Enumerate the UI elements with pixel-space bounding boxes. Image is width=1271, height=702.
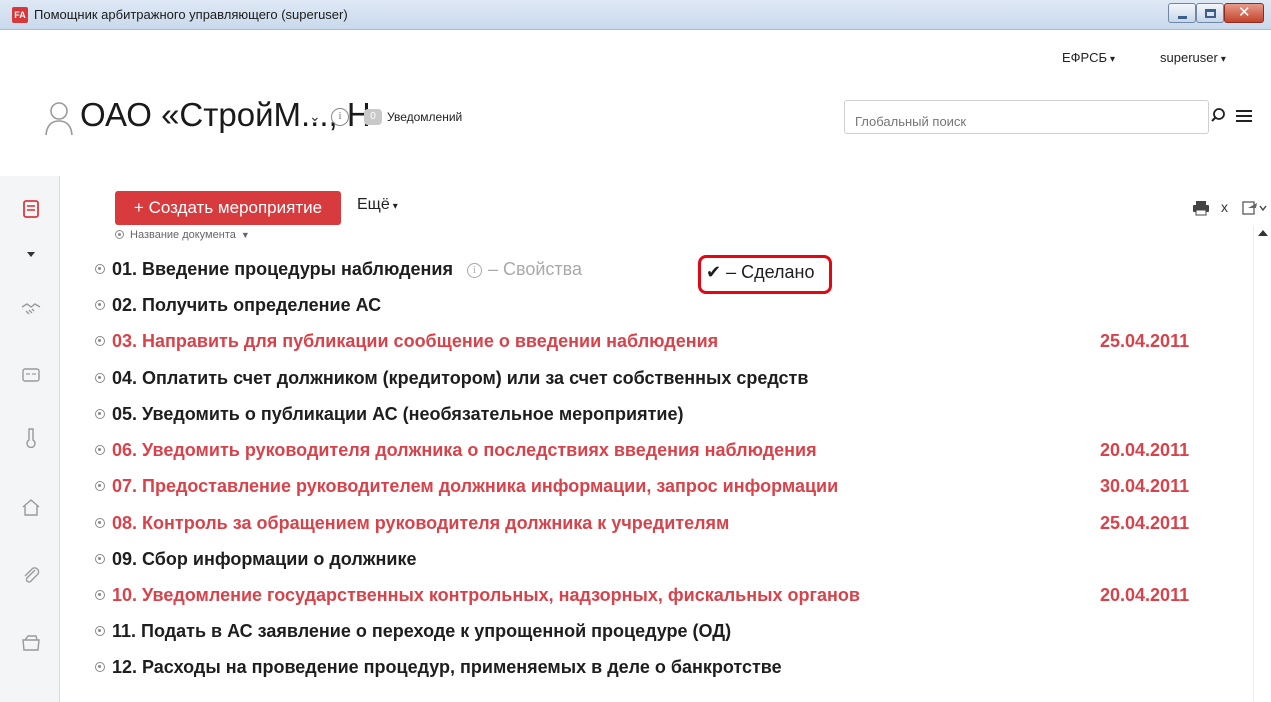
paperclip-icon[interactable]	[20, 564, 42, 586]
expand-icon[interactable]	[95, 554, 105, 564]
thermometer-icon[interactable]	[20, 426, 42, 448]
properties-link[interactable]: i – Свойства	[466, 259, 583, 279]
document-icon[interactable]	[20, 198, 42, 220]
close-filter-icon[interactable]: x	[1221, 199, 1228, 215]
expand-icon[interactable]	[95, 590, 105, 600]
list-item-title: 11. Подать в АС заявление о переходе к у…	[112, 621, 732, 641]
minimize-button[interactable]	[1168, 3, 1196, 23]
company-title[interactable]: ОАО «СтройМ..., Н	[80, 96, 371, 134]
expand-icon[interactable]	[95, 626, 105, 636]
id-card-icon[interactable]	[20, 364, 42, 386]
list-item-date: 25.04.2011	[1100, 513, 1190, 533]
list-item[interactable]: 05. Уведомить о публикации АС (необязате…	[95, 404, 683, 425]
list-item[interactable]: 07. Предоставление руководителем должник…	[95, 476, 838, 497]
column-header-label: Название документа	[130, 229, 236, 241]
list-item-title: 01. Введение процедуры наблюдения	[112, 259, 453, 279]
chevron-down-icon: ▾	[1220, 54, 1226, 65]
list-item-title: 02. Получить определение АС	[112, 295, 382, 315]
list-item-date: 25.04.2011	[1100, 331, 1190, 351]
notifications-label[interactable]: Уведомлений	[387, 110, 462, 124]
expand-icon[interactable]	[95, 336, 105, 346]
user-menu[interactable]: superuser ▾	[1160, 50, 1226, 65]
create-event-button[interactable]: + Создать мероприятие	[115, 191, 341, 225]
export-menu-icon[interactable]	[1242, 200, 1268, 216]
efrsb-menu[interactable]: ЕФРСБ ▾	[1062, 50, 1115, 65]
list-item-title: 09. Сбор информации о должнике	[112, 549, 417, 569]
minimize-icon	[1178, 16, 1187, 19]
home-icon[interactable]	[20, 496, 42, 518]
list-item-title: 05. Уведомить о публикации АС (необязате…	[112, 404, 684, 424]
maximize-icon	[1205, 9, 1216, 18]
list-item[interactable]: 04. Оплатить счет должником (кредитором)…	[95, 368, 808, 389]
print-icon[interactable]	[1192, 200, 1210, 216]
list-item[interactable]: 03. Направить для публикации сообщение о…	[95, 331, 718, 352]
sort-arrow-icon[interactable]: ▼	[241, 230, 250, 240]
list-item[interactable]: 11. Подать в АС заявление о переходе к у…	[95, 621, 731, 642]
window-titlebar: FA Помощник арбитражного управляющего (s…	[0, 0, 1271, 30]
search-icon[interactable]	[1211, 106, 1231, 126]
expand-icon[interactable]	[95, 264, 105, 274]
notifications-count-badge[interactable]: 0	[364, 109, 382, 125]
handshake-icon[interactable]	[20, 298, 42, 320]
expand-icon[interactable]	[95, 518, 105, 528]
chevron-down-icon[interactable]: ⌄	[309, 108, 321, 125]
list-item[interactable]: 02. Получить определение АС	[95, 295, 381, 316]
expand-icon[interactable]	[95, 445, 105, 455]
main-content: + Создать мероприятие Ещё ▾ x Название до…	[60, 176, 1271, 702]
maximize-button[interactable]	[1196, 3, 1224, 23]
app-window: FA Помощник арбитражного управляющего (s…	[0, 0, 1271, 702]
list-item[interactable]: 08. Контроль за обращением руководителя …	[95, 513, 729, 534]
global-search-input[interactable]	[844, 100, 1209, 134]
list-item-title: 12. Расходы на проведение процедур, прим…	[112, 657, 782, 677]
expand-icon[interactable]	[95, 662, 105, 672]
properties-label: – Свойства	[487, 259, 583, 279]
list-item-title: 10. Уведомление государственных контроль…	[112, 585, 860, 605]
list-item-title: 03. Направить для публикации сообщение о…	[112, 331, 719, 351]
vertical-scrollbar[interactable]	[1253, 226, 1271, 702]
more-label: Ещё	[357, 196, 390, 213]
person-icon	[45, 102, 73, 136]
list-item-title: 07. Предоставление руководителем должник…	[112, 476, 839, 496]
hamburger-menu-icon[interactable]	[1236, 110, 1252, 123]
list-item-date: 20.04.2011	[1100, 585, 1190, 605]
list-item[interactable]: 09. Сбор информации о должнике	[95, 549, 417, 570]
chevron-down-icon: ▾	[392, 201, 398, 212]
app-icon: FA	[12, 7, 28, 23]
info-icon[interactable]: i	[331, 108, 349, 126]
list-item[interactable]: 01. Введение процедуры наблюдения i – Свой…	[95, 259, 582, 280]
expand-icon[interactable]	[95, 300, 105, 310]
list-item[interactable]: 06. Уведомить руководителя должника о по…	[95, 440, 817, 461]
expand-icon[interactable]	[95, 481, 105, 491]
chevron-down-icon: ▾	[1110, 54, 1116, 65]
list-item-date: 30.04.2011	[1100, 476, 1190, 496]
column-header-document-name[interactable]: Название документа ▼	[115, 229, 250, 241]
expand-all-icon[interactable]	[115, 230, 124, 239]
info-icon: i	[466, 263, 482, 278]
list-item-title: 08. Контроль за обращением руководителя …	[112, 513, 730, 533]
window-title: Помощник арбитражного управляющего (supe…	[34, 7, 348, 22]
list-item-title: 06. Уведомить руководителя должника о по…	[112, 440, 817, 460]
list-item-title: 04. Оплатить счет должником (кредитором)…	[112, 368, 809, 388]
expand-icon[interactable]	[95, 409, 105, 419]
list-item[interactable]: 12. Расходы на проведение процедур, прим…	[95, 657, 782, 678]
close-window-button[interactable]: ✕	[1224, 3, 1264, 23]
close-icon: ✕	[1238, 4, 1251, 21]
list-item-date: 20.04.2011	[1100, 440, 1190, 460]
more-menu[interactable]: Ещё ▾	[357, 196, 398, 214]
scroll-up-arrow-icon[interactable]	[1258, 230, 1268, 236]
left-sidebar	[0, 176, 60, 702]
user-label: superuser	[1160, 50, 1218, 65]
wallet-icon[interactable]	[20, 632, 42, 654]
list-item[interactable]: 10. Уведомление государственных контроль…	[95, 585, 860, 606]
chevron-down-icon[interactable]	[20, 244, 42, 266]
expand-icon[interactable]	[95, 373, 105, 383]
efrsb-label: ЕФРСБ	[1062, 50, 1107, 65]
done-status-label[interactable]: ✔ – Сделано	[706, 262, 814, 283]
